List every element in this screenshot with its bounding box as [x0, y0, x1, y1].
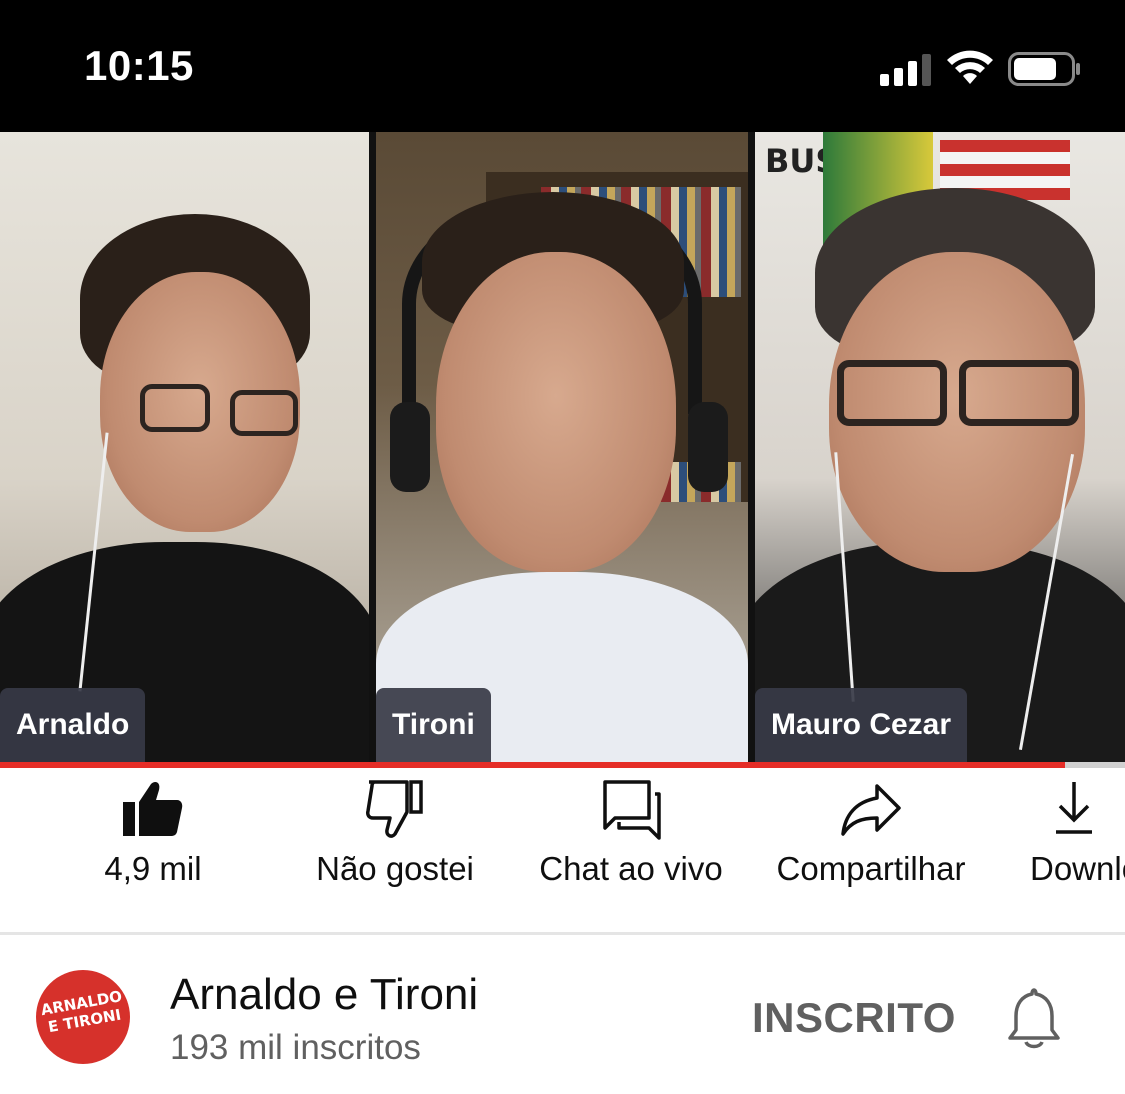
thumbs-down-icon: [366, 780, 423, 838]
dislike-button[interactable]: Não gostei: [290, 768, 500, 934]
share-label: Compartilhar: [776, 850, 966, 887]
subscriber-count: 193 mil inscritos: [170, 1028, 421, 1067]
channel-logo-text: ARNALDO E TIRONI: [39, 987, 124, 1037]
notification-bell-icon[interactable]: [1006, 986, 1062, 1050]
participant-video-arnaldo: [0, 132, 369, 762]
participant-tile: Arnaldo: [0, 132, 369, 762]
battery-icon: [1008, 52, 1080, 86]
participant-name-label: Arnaldo: [0, 688, 146, 762]
participant-tile: BUS Mauro Cezar: [755, 132, 1125, 762]
share-button[interactable]: Compartilhar: [760, 768, 982, 934]
participant-tile: Tironi: [376, 132, 748, 762]
share-icon: [841, 784, 901, 836]
download-icon: [1056, 782, 1092, 834]
thumbs-up-icon: [123, 782, 183, 836]
channel-name[interactable]: Arnaldo e Tironi: [170, 970, 478, 1020]
like-button[interactable]: 4,9 mil: [48, 768, 258, 934]
download-label: Download: [1030, 850, 1125, 887]
participant-video-tironi: [376, 132, 748, 762]
status-time: 10:15: [84, 42, 194, 89]
cellular-signal-icon: [880, 54, 934, 86]
subscribed-button[interactable]: INSCRITO: [752, 994, 956, 1042]
video-player[interactable]: Arnaldo Tironi BUS Mauro Cezar: [0, 132, 1125, 762]
chat-icon: [603, 780, 661, 840]
divider: [0, 932, 1125, 935]
status-bar: 10:15: [0, 0, 1125, 132]
participant-name-label: Mauro Cezar: [755, 688, 968, 762]
action-bar: 4,9 mil Não gostei Chat ao vivo Comparti…: [0, 768, 1125, 934]
live-chat-button[interactable]: Chat ao vivo: [526, 768, 736, 934]
dislike-label: Não gostei: [316, 850, 474, 887]
participant-video-mauro-cezar: [755, 132, 1125, 762]
participant-name-label: Tironi: [376, 688, 491, 762]
wifi-icon: [947, 50, 993, 84]
live-chat-label: Chat ao vivo: [539, 850, 723, 887]
download-button[interactable]: Download: [1026, 768, 1125, 934]
like-count: 4,9 mil: [104, 850, 202, 887]
channel-avatar[interactable]: ARNALDO E TIRONI: [36, 970, 130, 1064]
